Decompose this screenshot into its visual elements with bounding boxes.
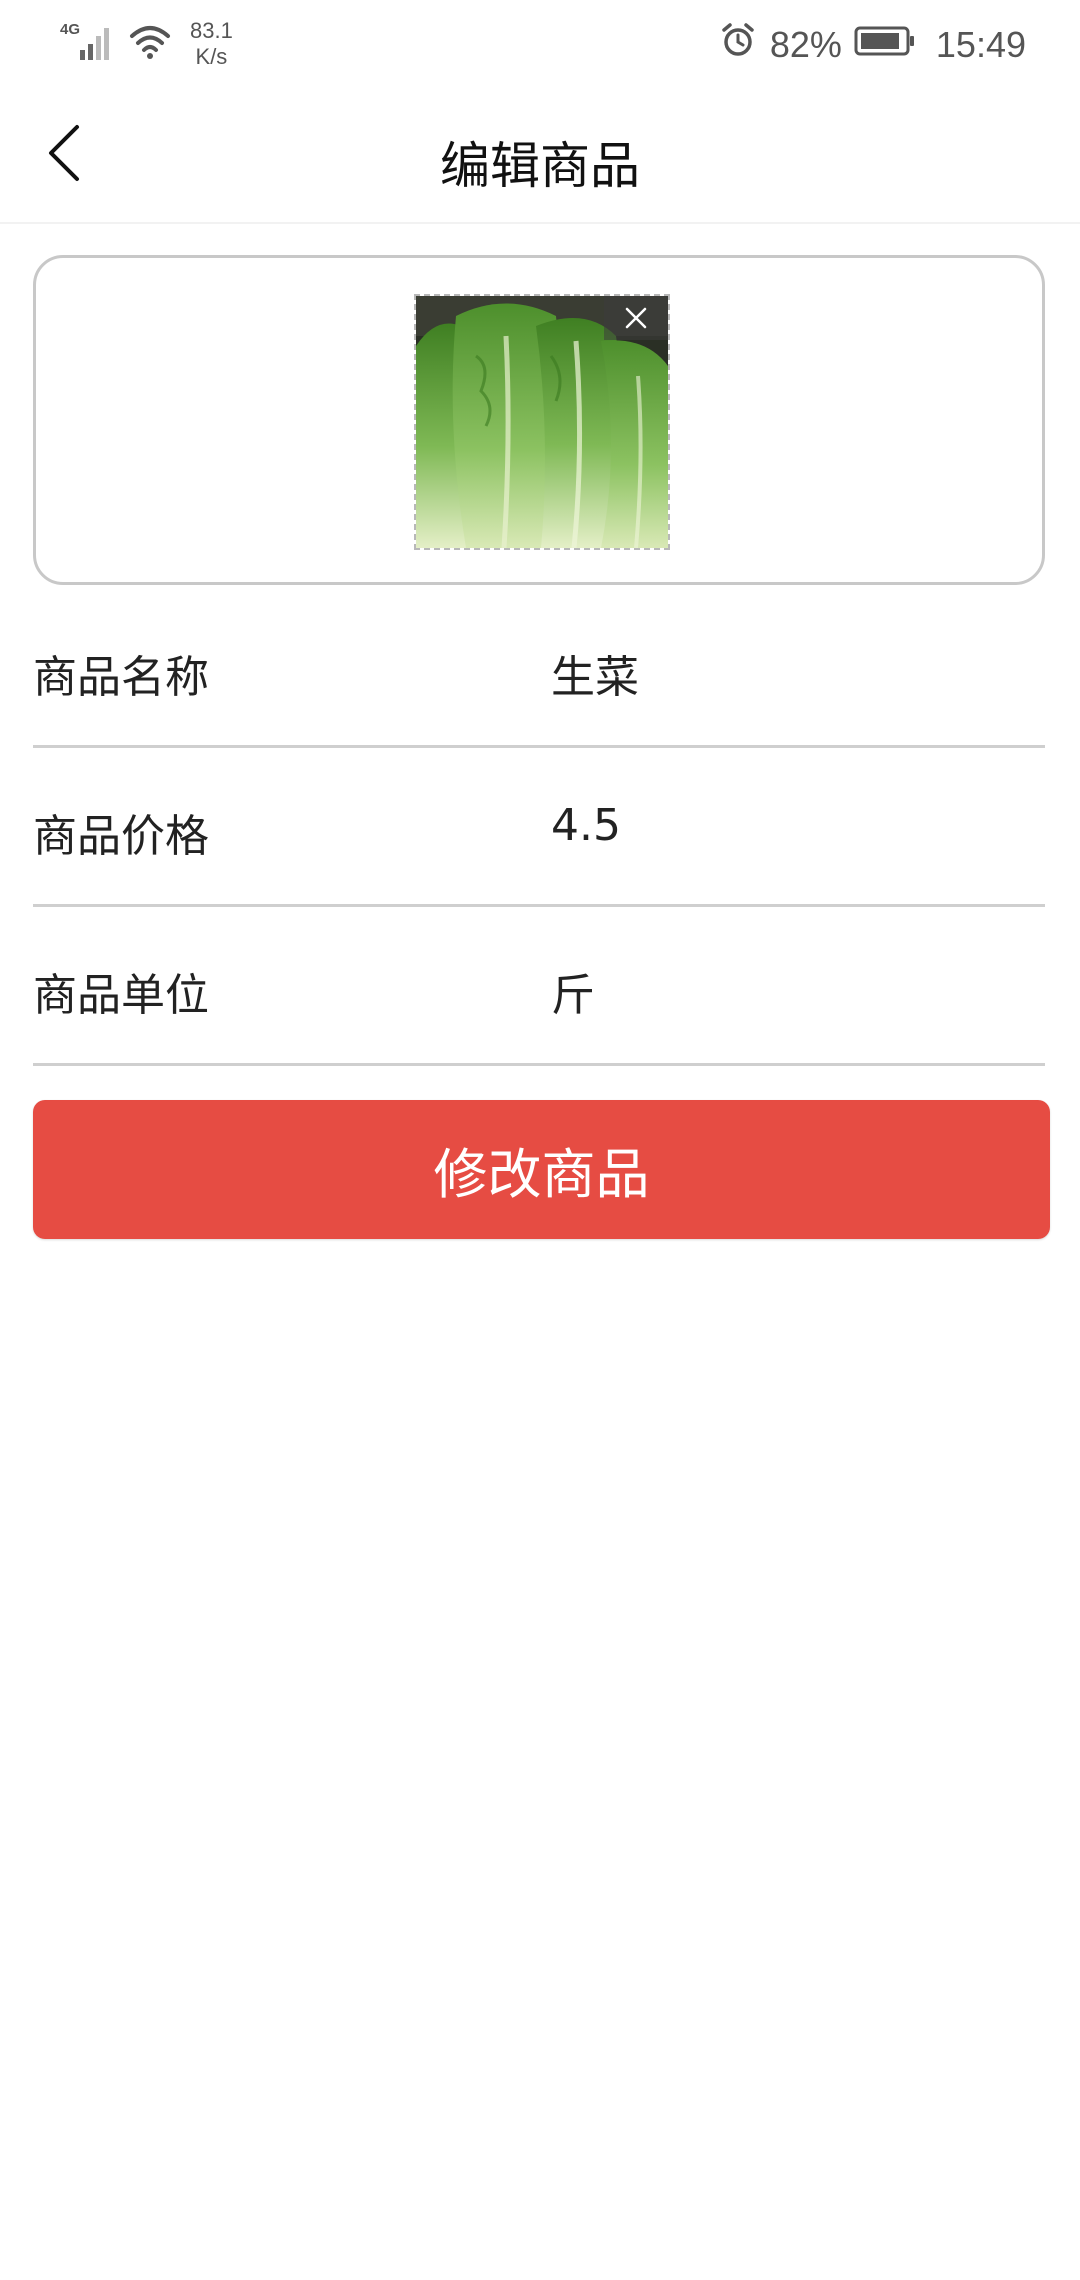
image-upload-card[interactable] — [33, 255, 1045, 585]
close-icon — [624, 306, 648, 330]
name-input[interactable]: 生菜 — [551, 641, 639, 705]
alarm-icon — [720, 22, 756, 67]
update-product-button[interactable]: 修改商品 — [33, 1100, 1050, 1239]
signal-icon: 4G — [60, 18, 116, 66]
page-title: 编辑商品 — [440, 137, 640, 195]
name-label: 商品名称 — [33, 652, 209, 703]
status-time: 15:49 — [935, 23, 1026, 65]
network-speed: 83.1 K/s — [190, 18, 233, 70]
wifi-icon — [128, 18, 172, 66]
form-row-unit: 商品单位 斤 — [33, 907, 1045, 1066]
remove-image-button[interactable] — [604, 296, 668, 340]
price-label: 商品价格 — [33, 811, 209, 862]
unit-label: 商品单位 — [33, 970, 209, 1021]
unit-input[interactable]: 斤 — [551, 959, 595, 1023]
svg-text:4G: 4G — [60, 21, 80, 38]
status-bar: 4G 83.1 K/s 82% 15:49 — [0, 0, 1080, 92]
product-image[interactable] — [414, 294, 670, 550]
battery-icon — [854, 24, 916, 66]
network-speed-value: 83.1 — [190, 18, 233, 43]
status-right: 82% 15:49 — [720, 22, 1026, 67]
network-speed-unit: K/s — [195, 44, 228, 69]
form-row-name: 商品名称 生菜 — [33, 589, 1045, 748]
price-input[interactable]: 4.5 — [551, 800, 621, 851]
status-left: 4G 83.1 K/s — [60, 18, 233, 70]
form-row-price: 商品价格 4.5 — [33, 748, 1045, 907]
update-product-button-label: 修改商品 — [433, 1143, 650, 1206]
battery-percent: 82% — [769, 23, 842, 65]
nav-bar: 编辑商品 — [0, 92, 1080, 224]
